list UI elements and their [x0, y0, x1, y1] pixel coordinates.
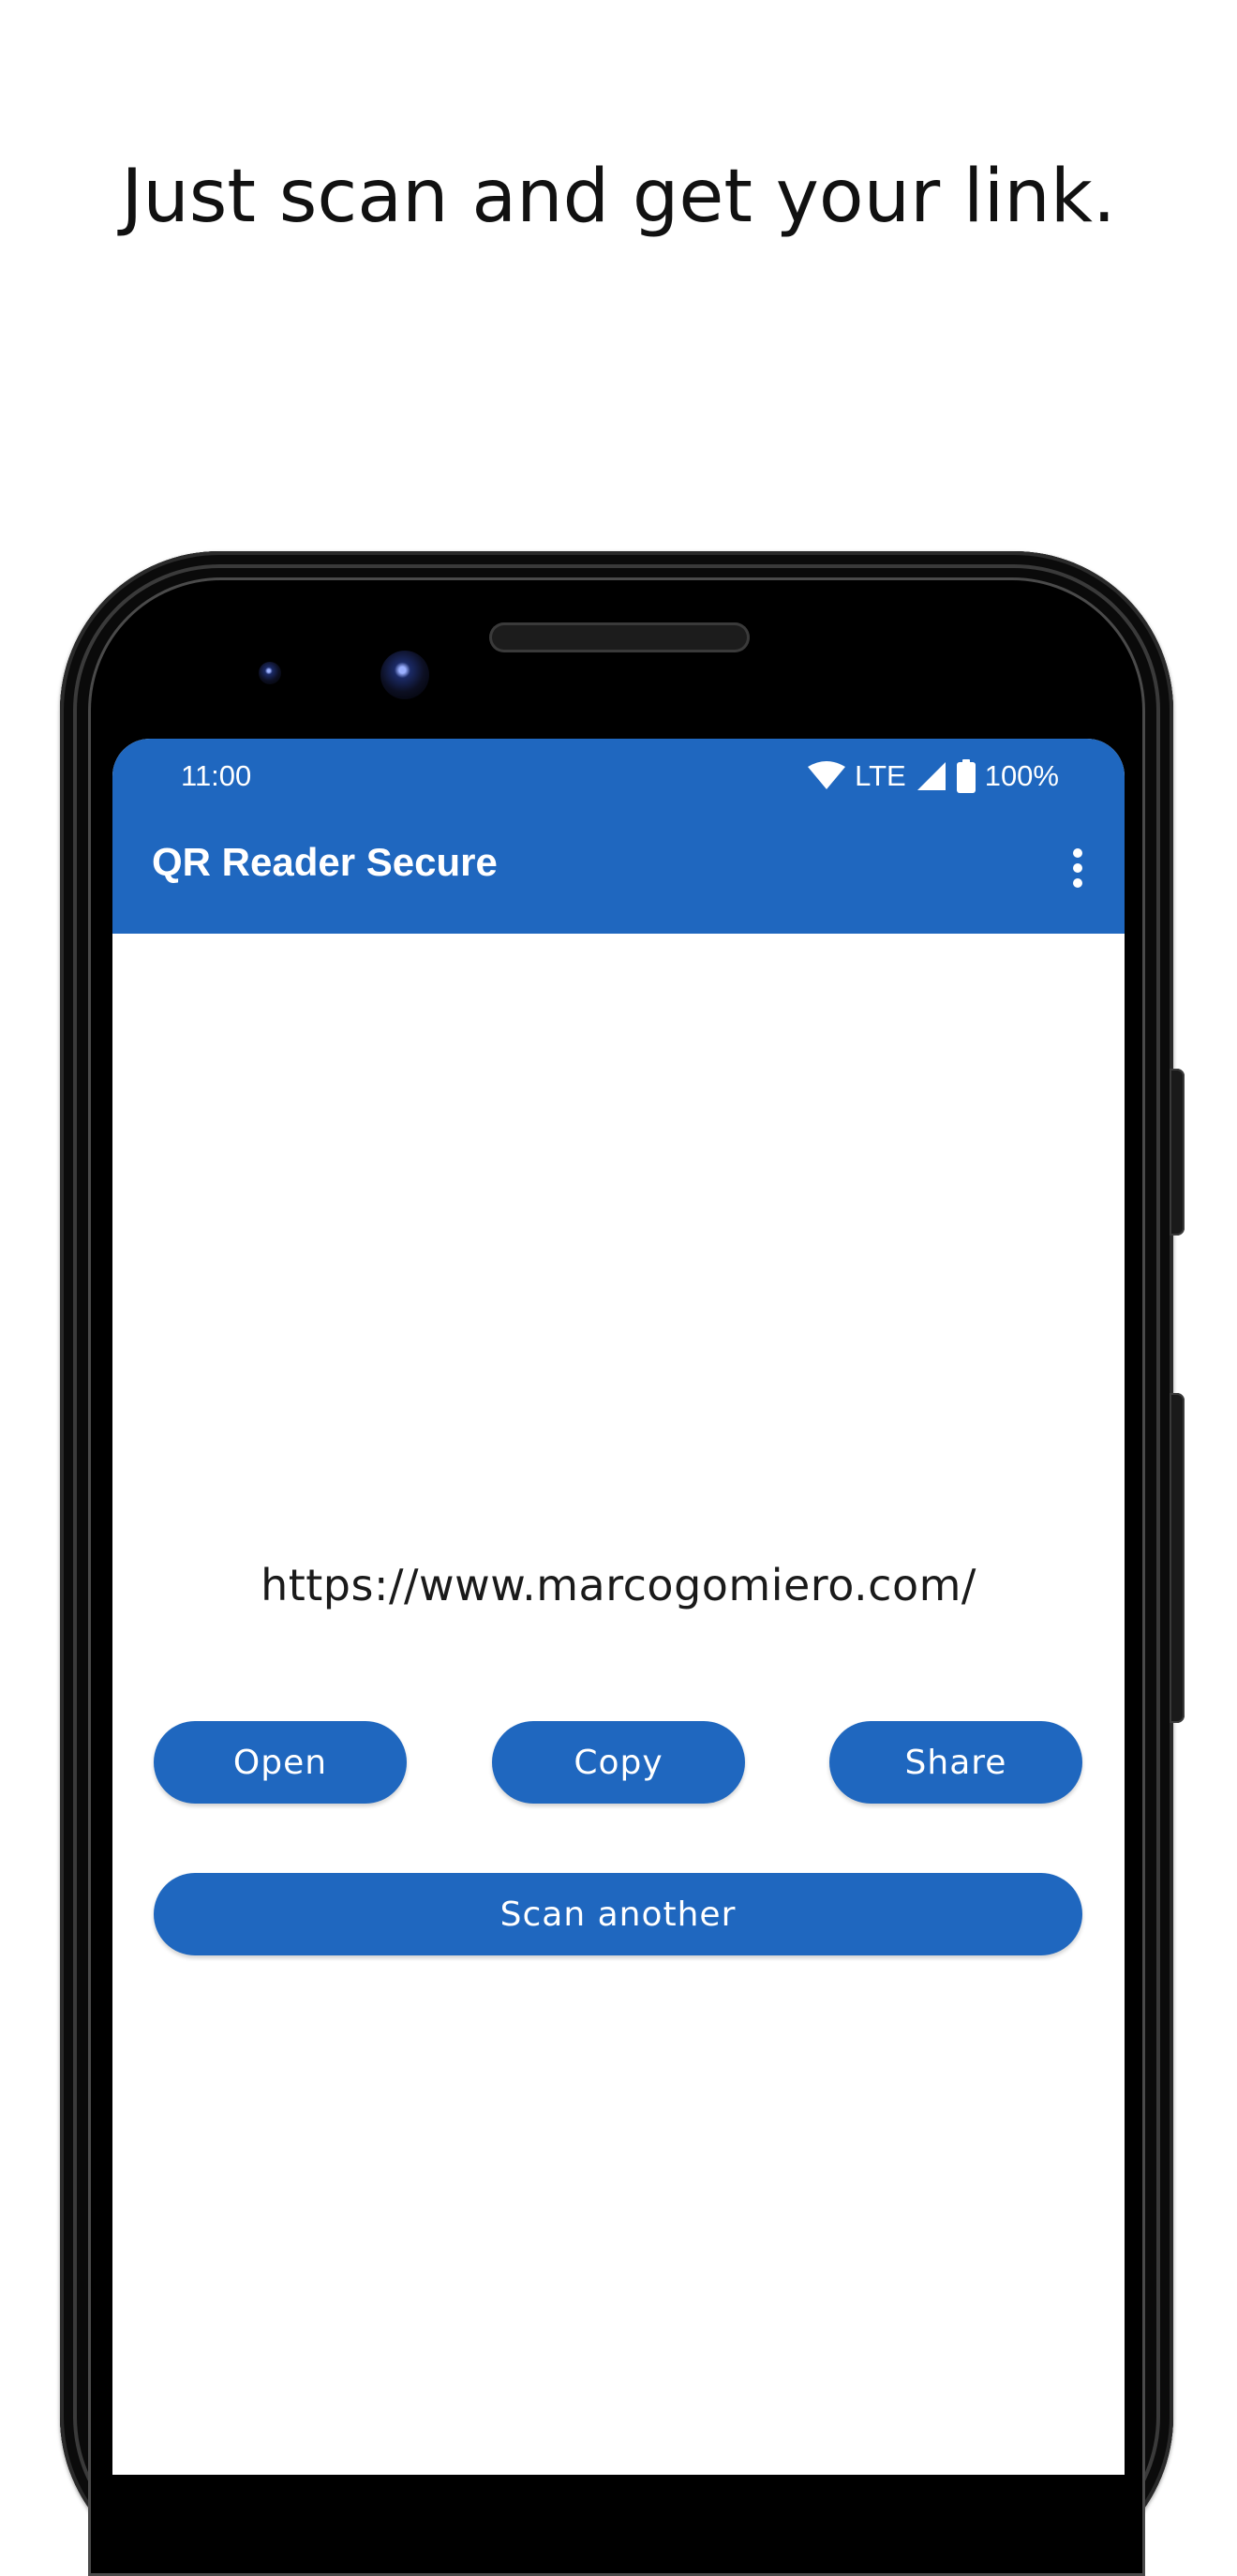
scan-another-button[interactable]: Scan another: [154, 1873, 1082, 1955]
more-vert-icon[interactable]: [1059, 842, 1096, 894]
phone-front-camera: [380, 651, 429, 699]
share-button[interactable]: Share: [829, 1721, 1082, 1804]
open-button[interactable]: Open: [154, 1721, 407, 1804]
phone-screen: 11:00 LTE 100% QR Reader Secure https://…: [112, 739, 1125, 2475]
scanned-url: https://www.marcogomiero.com/: [261, 1560, 976, 1610]
network-type: LTE: [855, 759, 906, 792]
copy-button[interactable]: Copy: [492, 1721, 745, 1804]
wifi-icon: [808, 761, 846, 791]
phone-front-camera-small: [259, 662, 281, 684]
phone-speaker: [489, 622, 750, 652]
battery-percentage: 100%: [984, 759, 1059, 792]
app-title: QR Reader Secure: [152, 840, 498, 884]
marketing-headline: Just scan and get your link.: [121, 155, 1116, 239]
battery-icon: [956, 759, 976, 793]
status-time: 11:00: [181, 759, 252, 792]
phone-side-button-top: [1170, 1069, 1185, 1236]
app-bar: 11:00 LTE 100% QR Reader Secure: [112, 739, 1125, 934]
phone-side-button-bottom: [1170, 1393, 1185, 1723]
status-indicators: LTE 100%: [808, 757, 1059, 795]
cellular-signal-icon: [916, 760, 947, 792]
status-bar: 11:00 LTE 100%: [112, 739, 1125, 819]
